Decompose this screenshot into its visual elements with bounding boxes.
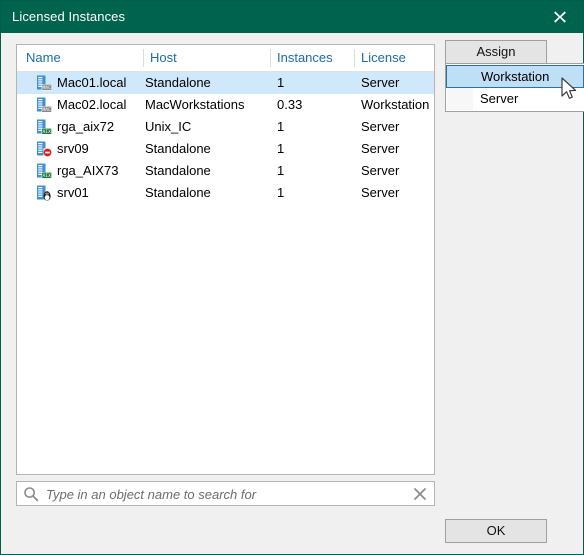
ok-button[interactable]: OK bbox=[445, 519, 547, 543]
table-body: MAC Mac01.local Standalone 1 Server MAC Mac02.… bbox=[17, 72, 434, 204]
licensed-instances-dialog: Licensed Instances Name Host Instances L… bbox=[0, 0, 584, 555]
error-server-icon bbox=[36, 141, 52, 157]
cell-instances: 1 bbox=[277, 163, 285, 178]
search-icon bbox=[23, 486, 39, 502]
cell-host: MacWorkstations bbox=[145, 97, 245, 112]
cell-host: Unix_IC bbox=[145, 119, 192, 134]
column-header-license[interactable]: License bbox=[361, 50, 406, 65]
cell-instances: 1 bbox=[277, 141, 285, 156]
column-divider[interactable] bbox=[270, 49, 271, 67]
cell-license: Workstation bbox=[361, 97, 430, 112]
clear-icon[interactable] bbox=[412, 486, 428, 502]
table-row[interactable]: MAC Mac01.local Standalone 1 Server bbox=[17, 72, 434, 94]
cell-license: Server bbox=[361, 141, 400, 156]
cell-name: srv09 bbox=[57, 141, 89, 156]
instances-list-panel: Name Host Instances License MAC Mac01.loc… bbox=[16, 44, 435, 475]
cell-instances: 0.33 bbox=[277, 97, 303, 112]
cell-name: Mac01.local bbox=[57, 75, 127, 90]
search-box[interactable] bbox=[16, 481, 435, 506]
cell-name: srv01 bbox=[57, 185, 89, 200]
cell-name: Mac02.local bbox=[57, 97, 127, 112]
table-row[interactable]: AIX rga_AIX73 Standalone 1 Server bbox=[17, 160, 434, 182]
table-row[interactable]: srv09 Standalone 1 Server bbox=[17, 138, 434, 160]
column-header-name[interactable]: Name bbox=[26, 50, 61, 65]
cell-license: Server bbox=[361, 185, 400, 200]
cell-host: Standalone bbox=[145, 141, 211, 156]
linux-server-icon bbox=[36, 185, 52, 201]
assign-button[interactable]: Assign bbox=[445, 40, 547, 64]
table-row[interactable]: MAC Mac02.local MacWorkstations 0.33 Worksta… bbox=[17, 94, 434, 116]
column-header-host[interactable]: Host bbox=[150, 50, 177, 65]
aix-server-icon: AIX bbox=[36, 119, 52, 135]
cell-instances: 1 bbox=[277, 75, 285, 90]
table-row[interactable]: srv01 Standalone 1 Server bbox=[17, 182, 434, 204]
cell-license: Server bbox=[361, 75, 400, 90]
mac-server-icon: MAC bbox=[36, 75, 52, 91]
cell-name: rga_AIX73 bbox=[57, 163, 119, 178]
cell-license: Server bbox=[361, 119, 400, 134]
cell-license: Server bbox=[361, 163, 400, 178]
aix-server-icon: AIX bbox=[36, 163, 52, 179]
mac-server-icon: MAC bbox=[36, 97, 52, 113]
column-divider[interactable] bbox=[354, 49, 355, 67]
svg-text:AIX: AIX bbox=[43, 173, 52, 179]
svg-text:MAC: MAC bbox=[43, 107, 52, 113]
cell-host: Standalone bbox=[145, 75, 211, 90]
svg-text:MAC: MAC bbox=[43, 85, 52, 91]
cell-host: Standalone bbox=[145, 163, 211, 178]
window-title: Licensed Instances bbox=[12, 9, 126, 24]
cell-instances: 1 bbox=[277, 119, 285, 134]
menu-item-workstation[interactable]: Workstation bbox=[446, 65, 584, 88]
table-header-row: Name Host Instances License bbox=[17, 45, 434, 72]
title-bar: Licensed Instances bbox=[1, 1, 583, 33]
table-row[interactable]: AIX rga_aix72 Unix_IC 1 Server bbox=[17, 116, 434, 138]
cell-instances: 1 bbox=[277, 185, 285, 200]
cell-host: Standalone bbox=[145, 185, 211, 200]
cell-name: rga_aix72 bbox=[57, 119, 115, 134]
column-header-instances[interactable]: Instances bbox=[277, 50, 333, 65]
menu-item-server[interactable]: Server bbox=[446, 88, 584, 109]
svg-text:AIX: AIX bbox=[43, 129, 52, 135]
search-input[interactable] bbox=[46, 485, 406, 503]
close-icon[interactable] bbox=[537, 1, 583, 33]
column-divider[interactable] bbox=[143, 49, 144, 67]
assign-dropdown-menu: Workstation Server bbox=[445, 63, 584, 112]
